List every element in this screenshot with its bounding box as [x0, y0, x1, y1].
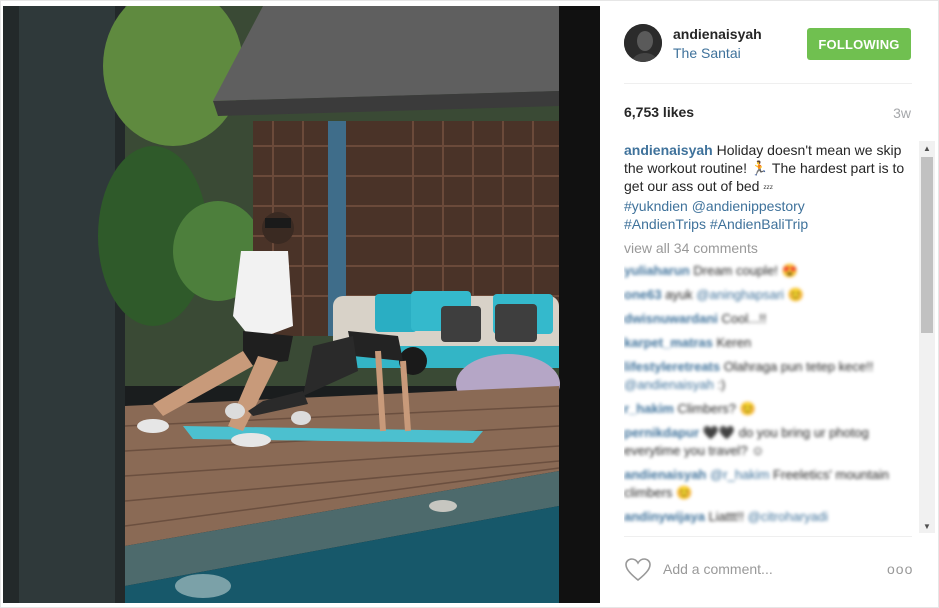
- header-divider: [624, 83, 912, 84]
- comment-username[interactable]: andinywijaya: [624, 509, 705, 524]
- scroll-down-arrow-icon[interactable]: ▼: [919, 519, 935, 533]
- avatar-image: [624, 24, 662, 62]
- hashtag-andienbalitrip[interactable]: #AndienBaliTrip: [710, 216, 808, 232]
- view-all-comments-link[interactable]: view all 34 comments: [624, 240, 916, 256]
- comment-item: pernikdapur 🖤🖤 do you bring ur photog ev…: [624, 424, 916, 460]
- comment-text: Keren: [716, 335, 752, 350]
- comment-username[interactable]: dwisnuwardani: [624, 311, 718, 326]
- location-link[interactable]: The Santai: [673, 45, 741, 61]
- comment-item: dwisnuwardani Cool...!!: [624, 310, 916, 328]
- comment-text: Liattt!!: [708, 509, 748, 524]
- comment-username[interactable]: lifestyleretreats: [624, 359, 720, 374]
- comment-item: andienaisyah @r_hakim Freeletics' mounta…: [624, 466, 916, 502]
- post-photo[interactable]: [3, 6, 600, 603]
- comment-username[interactable]: one63: [624, 287, 662, 302]
- comment-username[interactable]: andienaisyah: [624, 467, 706, 482]
- photo-scene: [3, 6, 600, 603]
- running-emoji: 🏃: [750, 160, 769, 176]
- post-header: andienaisyah The Santai FOLLOWING: [601, 1, 938, 83]
- comment-text: ayuk: [665, 287, 697, 302]
- comment-text: Olahraga pun tetep kece!!: [723, 359, 874, 374]
- comment-tail: 😊: [739, 401, 756, 416]
- post-details-panel: andienaisyah The Santai FOLLOWING 6,753 …: [601, 1, 938, 607]
- add-comment-input[interactable]: Add a comment...: [663, 561, 773, 577]
- comment-text: Climbers?: [677, 401, 740, 416]
- caption-username[interactable]: andienaisyah: [624, 142, 713, 158]
- comment-tail: 😍: [781, 263, 798, 278]
- comment-tail: ☺: [751, 443, 765, 458]
- avatar[interactable]: [624, 24, 662, 62]
- comment-mention[interactable]: @citroharyadi: [748, 509, 828, 524]
- comment-mention[interactable]: @aninghapsari: [696, 287, 784, 302]
- hashtag-yukndien[interactable]: #yukndien: [624, 198, 688, 214]
- comment-tail: 😊: [783, 287, 804, 302]
- post-footer: Add a comment... ooo: [601, 549, 938, 607]
- likes-count[interactable]: 6,753 likes: [624, 104, 694, 120]
- heart-icon[interactable]: [624, 557, 652, 583]
- comment-item: r_hakim Climbers? 😊: [624, 400, 916, 418]
- following-button[interactable]: FOLLOWING: [807, 28, 911, 60]
- comments-list[interactable]: andienaisyah Holiday doesn't mean we ski…: [624, 141, 916, 533]
- post-age[interactable]: 3w: [893, 105, 911, 121]
- comments-scrollbar[interactable]: ▲ ▼: [919, 141, 935, 533]
- comment-tail: :): [713, 377, 726, 392]
- hashtag-andientrips[interactable]: #AndienTrips: [624, 216, 706, 232]
- comment-item: andinywijaya Liattt!! @citroharyadi: [624, 508, 916, 526]
- comment-mention[interactable]: @andienaisyah: [624, 377, 714, 392]
- comment-username[interactable]: karpet_matras: [624, 335, 713, 350]
- comment-username[interactable]: yuliaharun: [624, 263, 690, 278]
- comment-username[interactable]: r_hakim: [624, 401, 674, 416]
- post-frame: andienaisyah The Santai FOLLOWING 6,753 …: [0, 0, 939, 608]
- comment-mention[interactable]: @r_hakim: [710, 467, 769, 482]
- comment-text: Dream couple!: [693, 263, 782, 278]
- comment-item: yuliaharun Dream couple! 😍: [624, 262, 916, 280]
- username-link[interactable]: andienaisyah: [673, 26, 762, 42]
- post-caption: andienaisyah Holiday doesn't mean we ski…: [624, 141, 916, 233]
- scroll-up-arrow-icon[interactable]: ▲: [919, 141, 935, 155]
- comment-item: karpet_matras Keren: [624, 334, 916, 352]
- mention-andienippestory[interactable]: @andienippestory: [692, 198, 805, 214]
- comment-username[interactable]: pernikdapur: [624, 425, 699, 440]
- scroll-thumb[interactable]: [921, 157, 933, 333]
- comment-text: Cool...!!: [721, 311, 767, 326]
- footer-divider: [624, 536, 912, 537]
- comment-item: one63 ayuk @aninghapsari 😊: [624, 286, 916, 304]
- more-options-icon[interactable]: ooo: [887, 561, 913, 577]
- sleep-emoji: ᶻᶻᶻ: [763, 183, 774, 193]
- comment-item: lifestyleretreats Olahraga pun tetep kec…: [624, 358, 916, 394]
